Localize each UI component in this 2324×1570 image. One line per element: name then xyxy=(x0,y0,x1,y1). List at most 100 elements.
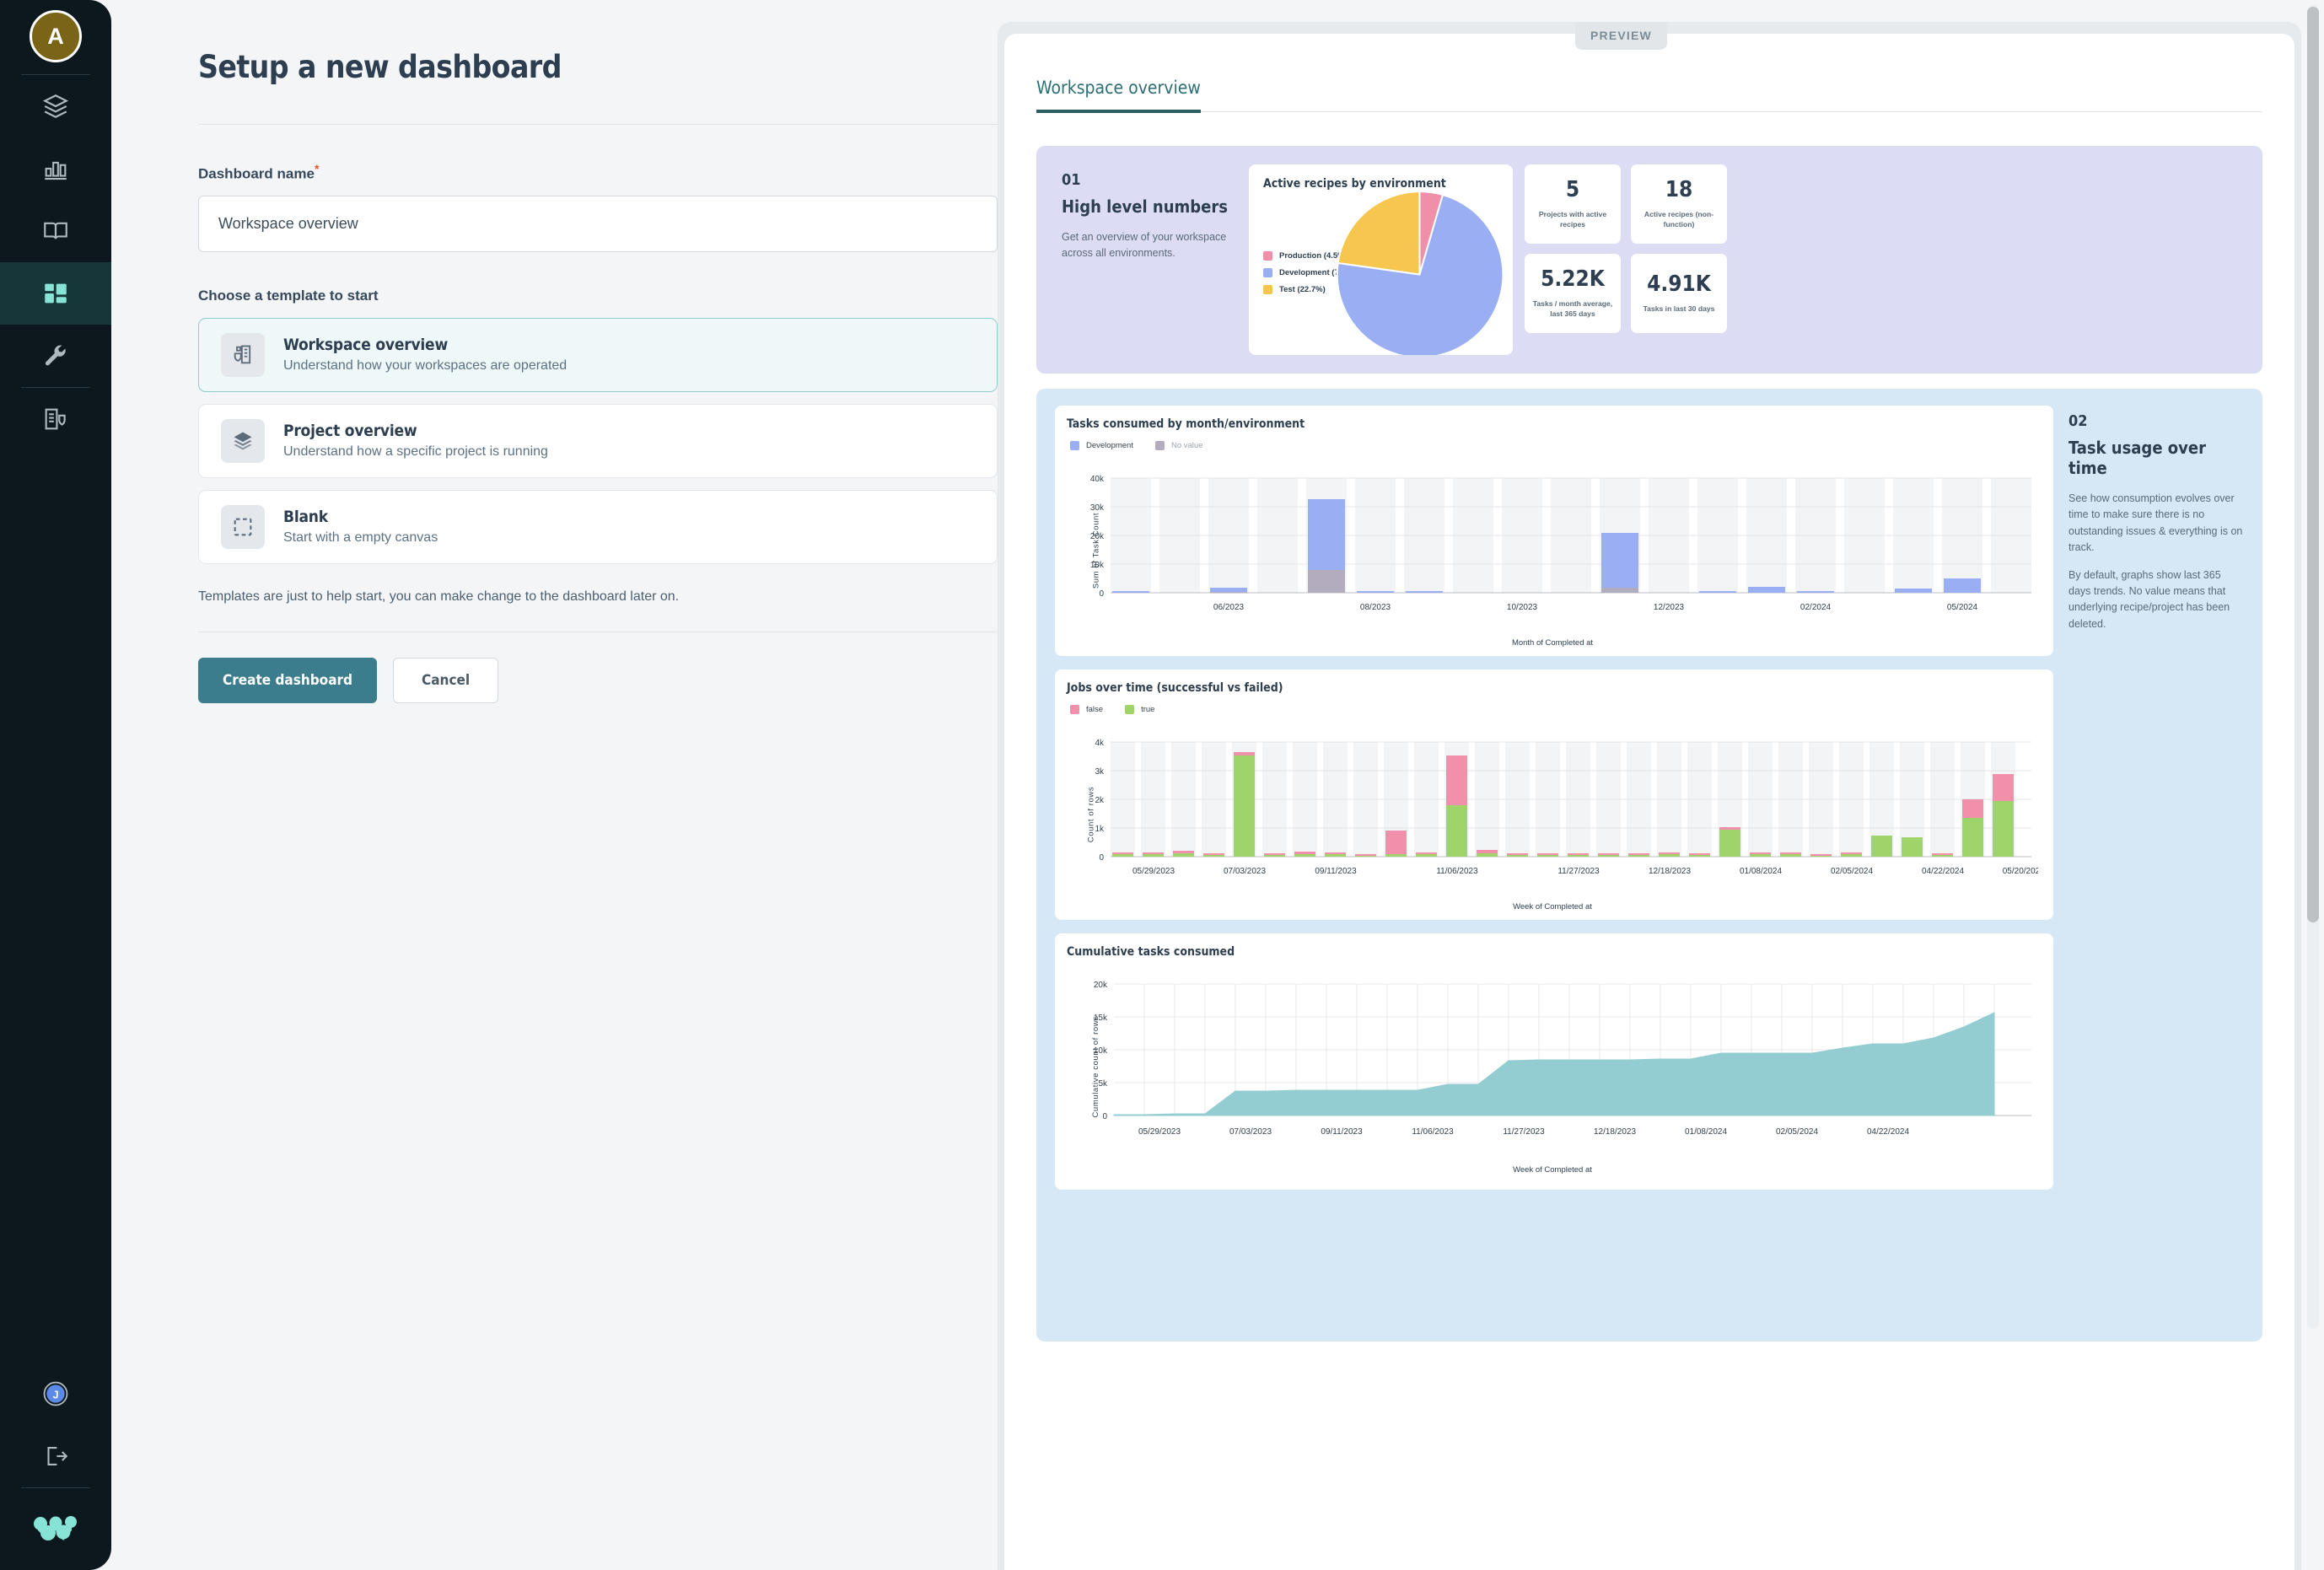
svg-text:2k: 2k xyxy=(1095,796,1105,805)
book-icon xyxy=(44,222,67,239)
logout-icon xyxy=(47,1447,68,1465)
dashed-square-icon xyxy=(221,504,265,549)
sidebar-item-logout[interactable] xyxy=(0,1425,111,1487)
sidebar-item-catalog[interactable] xyxy=(0,200,111,262)
user-badge-icon: J xyxy=(43,1381,68,1406)
svg-text:06/2023: 06/2023 xyxy=(1213,603,1245,612)
app-root: A J Setup a new dashboard Dashboard name… xyxy=(0,0,2324,1570)
svg-text:0: 0 xyxy=(1099,853,1104,863)
main-sidebar: A J xyxy=(0,0,111,1570)
legend-item: false xyxy=(1070,705,1103,714)
cumulative-area-path xyxy=(1113,1012,1995,1116)
yaxis-label-jobs: Count of rows xyxy=(1086,786,1096,842)
avatar-initial: A xyxy=(30,10,82,62)
sidebar-item-dashboards[interactable] xyxy=(0,262,111,325)
dashboard-name-label-text: Dashboard name xyxy=(198,165,315,182)
svg-text:02/2024: 02/2024 xyxy=(1800,603,1832,612)
svg-text:05/29/2023: 05/29/2023 xyxy=(1138,1127,1181,1137)
dashboard-icon xyxy=(45,283,67,304)
svg-text:09/11/2023: 09/11/2023 xyxy=(1321,1127,1363,1137)
chart-icon xyxy=(45,161,67,180)
pie-chart-graphic xyxy=(1336,191,1504,355)
chart-card-tasks-consumed: Tasks consumed by month/environment Deve… xyxy=(1055,406,2053,656)
kpi-label: Tasks / month average, last 365 days xyxy=(1532,299,1613,319)
pie-chart-card: Active recipes by environment Production… xyxy=(1249,164,1513,355)
svg-text:0: 0 xyxy=(1099,589,1104,599)
legend-label-false: false xyxy=(1086,705,1104,714)
svg-text:1k: 1k xyxy=(1095,825,1105,834)
preview-panel: PREVIEW Workspace overview 01 High level… xyxy=(993,0,2324,1570)
legend-swatch-production xyxy=(1263,251,1272,261)
svg-text:11/27/2023: 11/27/2023 xyxy=(1557,867,1600,876)
template-subtitle: Understand how a specific project is run… xyxy=(283,444,548,460)
preview-content: Workspace overview 01 High level numbers… xyxy=(1004,34,2294,1570)
sidebar-item-admin[interactable] xyxy=(0,325,111,387)
svg-text:11/27/2023: 11/27/2023 xyxy=(1503,1127,1545,1137)
chart-title-tasks-consumed: Tasks consumed by month/environment xyxy=(1067,417,1305,431)
template-subtitle: Start with a empty canvas xyxy=(283,530,438,546)
cancel-button[interactable]: Cancel xyxy=(393,657,499,703)
chart-title-jobs-over-time: Jobs over time (successful vs failed) xyxy=(1067,681,1283,695)
legend-swatch-true xyxy=(1125,705,1135,714)
svg-text:40k: 40k xyxy=(1090,475,1105,484)
xaxis-label-tasks-consumed: Month of Completed at xyxy=(1511,638,1594,648)
cumulative-tasks-svg: 20k 15k 10k 5k 0 05/29/2023 07/03/2023 0… xyxy=(1094,981,2031,1137)
section-high-level-numbers: 01 High level numbers Get an overview of… xyxy=(1036,146,2262,374)
legend-item: true xyxy=(1125,705,1154,714)
kpi-card-active-recipes: 18 Active recipes (non-function) xyxy=(1631,164,1727,244)
legend-swatch-development xyxy=(1263,268,1272,277)
template-card-workspace-overview[interactable]: Workspace overview Understand how your w… xyxy=(198,317,998,392)
xaxis-label-jobs: Week of Completed at xyxy=(1513,902,1592,911)
dashboard-name-input[interactable] xyxy=(198,195,998,252)
wasp-logo-icon xyxy=(33,1512,78,1550)
section02-number: 02 xyxy=(2068,412,2088,430)
kpi-label: Tasks in last 30 days xyxy=(1643,304,1715,314)
section-task-usage-over-time: Tasks consumed by month/environment Deve… xyxy=(1036,389,2262,1341)
sidebar-item-governance[interactable] xyxy=(0,388,111,450)
form-actions: Create dashboard Cancel xyxy=(198,657,993,703)
legend-swatch-development xyxy=(1070,441,1079,450)
kpi-card-tasks-last-30-days: 4.91K Tasks in last 30 days xyxy=(1631,254,1727,333)
legend-swatch-test xyxy=(1263,285,1272,294)
svg-text:05/2024: 05/2024 xyxy=(1947,603,1978,612)
svg-text:01/08/2024: 01/08/2024 xyxy=(1740,867,1782,876)
setup-form-panel: Setup a new dashboard Dashboard name* Ch… xyxy=(111,0,998,1570)
section01-body: Get an overview of your workspace across… xyxy=(1062,229,1242,262)
xaxis-label-cumulative: Week of Completed at xyxy=(1513,1165,1592,1175)
sidebar-item-projects[interactable] xyxy=(0,75,111,137)
template-card-blank[interactable]: Blank Start with a empty canvas xyxy=(198,489,998,564)
legend-label-true: true xyxy=(1141,705,1155,714)
svg-text:11/06/2023: 11/06/2023 xyxy=(1412,1127,1454,1137)
svg-text:J: J xyxy=(52,1389,58,1401)
svg-text:02/05/2024: 02/05/2024 xyxy=(1776,1127,1818,1137)
create-dashboard-button[interactable]: Create dashboard xyxy=(198,657,378,703)
section02-heading: Task usage over time xyxy=(2068,438,2206,478)
svg-text:0: 0 xyxy=(1102,1112,1107,1121)
chart-card-jobs-over-time: Jobs over time (successful vs failed) fa… xyxy=(1055,669,2053,920)
svg-text:3k: 3k xyxy=(1095,767,1105,777)
section01-body-p1: Get an overview of your workspace across… xyxy=(1062,231,1227,260)
kpi-label: Active recipes (non-function) xyxy=(1643,210,1714,229)
kpi-grid: 5 Projects with active recipes 18 Active… xyxy=(1525,164,1727,355)
svg-text:05/29/2023: 05/29/2023 xyxy=(1132,867,1175,876)
avatar[interactable]: A xyxy=(30,10,82,62)
svg-text:12/2023: 12/2023 xyxy=(1654,603,1685,612)
template-card-project-overview[interactable]: Project overview Understand how a specif… xyxy=(198,403,998,478)
page-title: Setup a new dashboard xyxy=(198,49,562,85)
tab-workspace-overview[interactable]: Workspace overview xyxy=(1036,78,1201,113)
svg-text:20k: 20k xyxy=(1094,981,1108,990)
legend-label-development: Development xyxy=(1086,441,1133,450)
sidebar-item-user[interactable]: J xyxy=(0,1363,111,1425)
section02-body-p1: See how consumption evolves over time to… xyxy=(2068,492,2243,554)
template-list: Workspace overview Understand how your w… xyxy=(198,317,998,564)
legend-item: No value xyxy=(1154,441,1202,450)
svg-text:11/06/2023: 11/06/2023 xyxy=(1436,867,1478,876)
legend-item: Development xyxy=(1070,441,1133,450)
vertical-scrollbar-thumb[interactable] xyxy=(2307,7,2319,922)
svg-text:02/05/2024: 02/05/2024 xyxy=(1831,867,1873,876)
legend-swatch-no-value xyxy=(1154,441,1165,450)
legend-label-test: Test (22.7%) xyxy=(1279,285,1326,294)
choose-template-label: Choose a template to start xyxy=(198,287,379,304)
plot-jobs-over-time: 4k 3k 2k 1k 0 05/29/2023 07/03/2023 09/1… xyxy=(1067,732,2041,896)
sidebar-item-analytics[interactable] xyxy=(0,137,111,200)
